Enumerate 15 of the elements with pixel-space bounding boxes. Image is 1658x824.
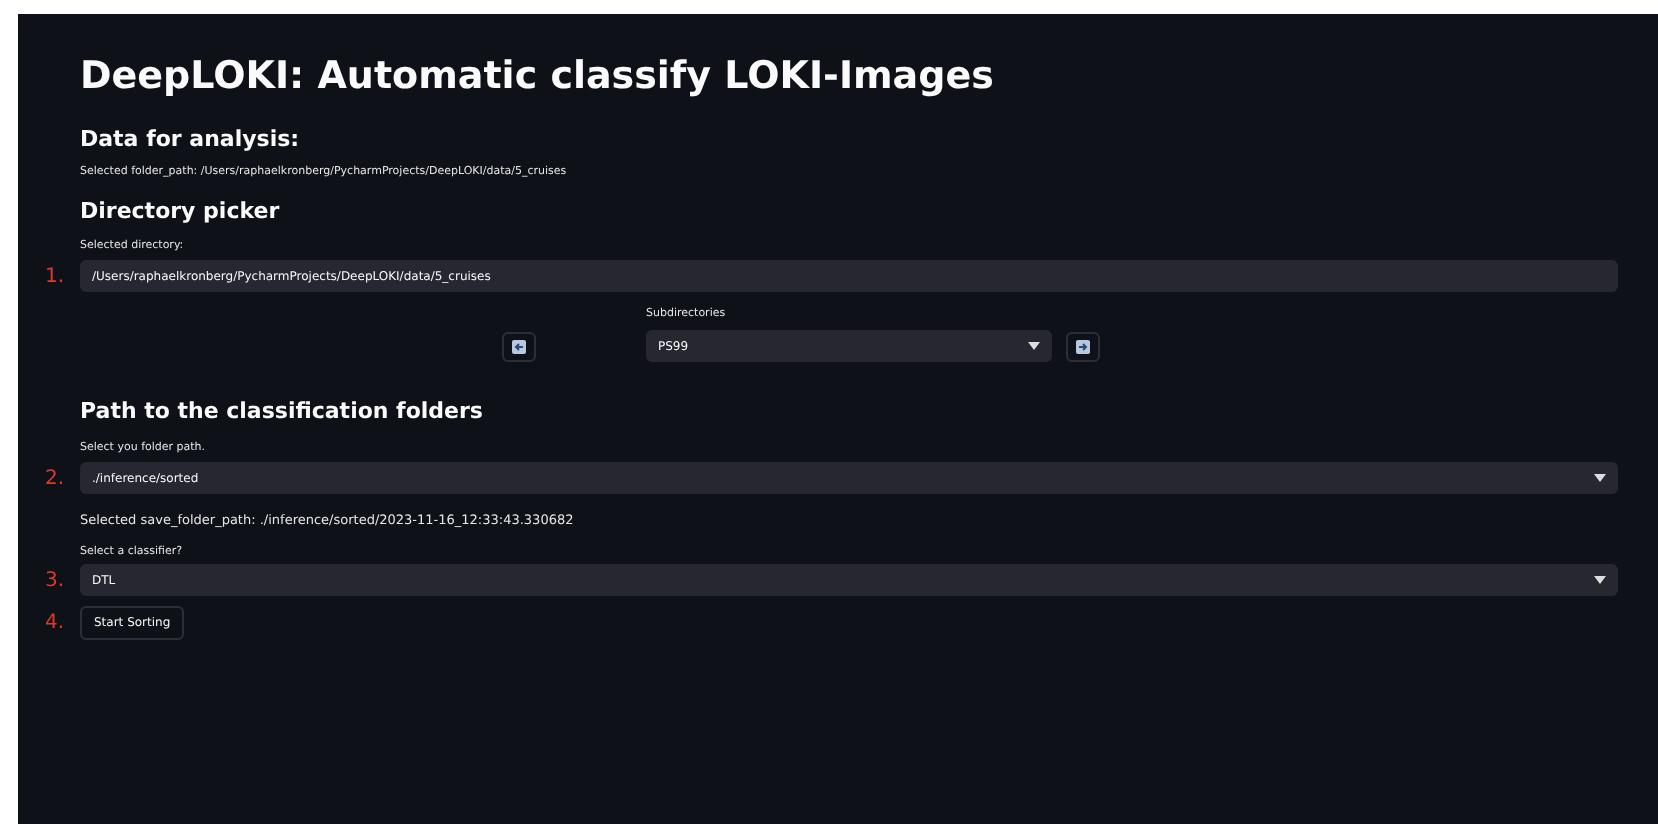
forward-button[interactable] (1066, 332, 1100, 362)
page-title: DeepLOKI: Automatic classify LOKI-Images (80, 54, 996, 98)
arrow-right-icon (1076, 340, 1090, 354)
step-number: 2. (42, 467, 66, 489)
caret-icon (1594, 474, 1606, 482)
section-heading: Directory picker (80, 198, 282, 224)
caret-icon (1028, 342, 1040, 350)
step-number: 1. (42, 265, 66, 287)
section-heading: Data for analysis: (80, 126, 302, 152)
step-number: 3. (42, 569, 66, 591)
back-button[interactable] (502, 332, 536, 362)
caret-icon (1594, 576, 1606, 584)
section-heading: Path to the classification folders (80, 398, 485, 424)
step-number: 4. (42, 612, 66, 634)
arrow-left-icon (512, 340, 526, 354)
